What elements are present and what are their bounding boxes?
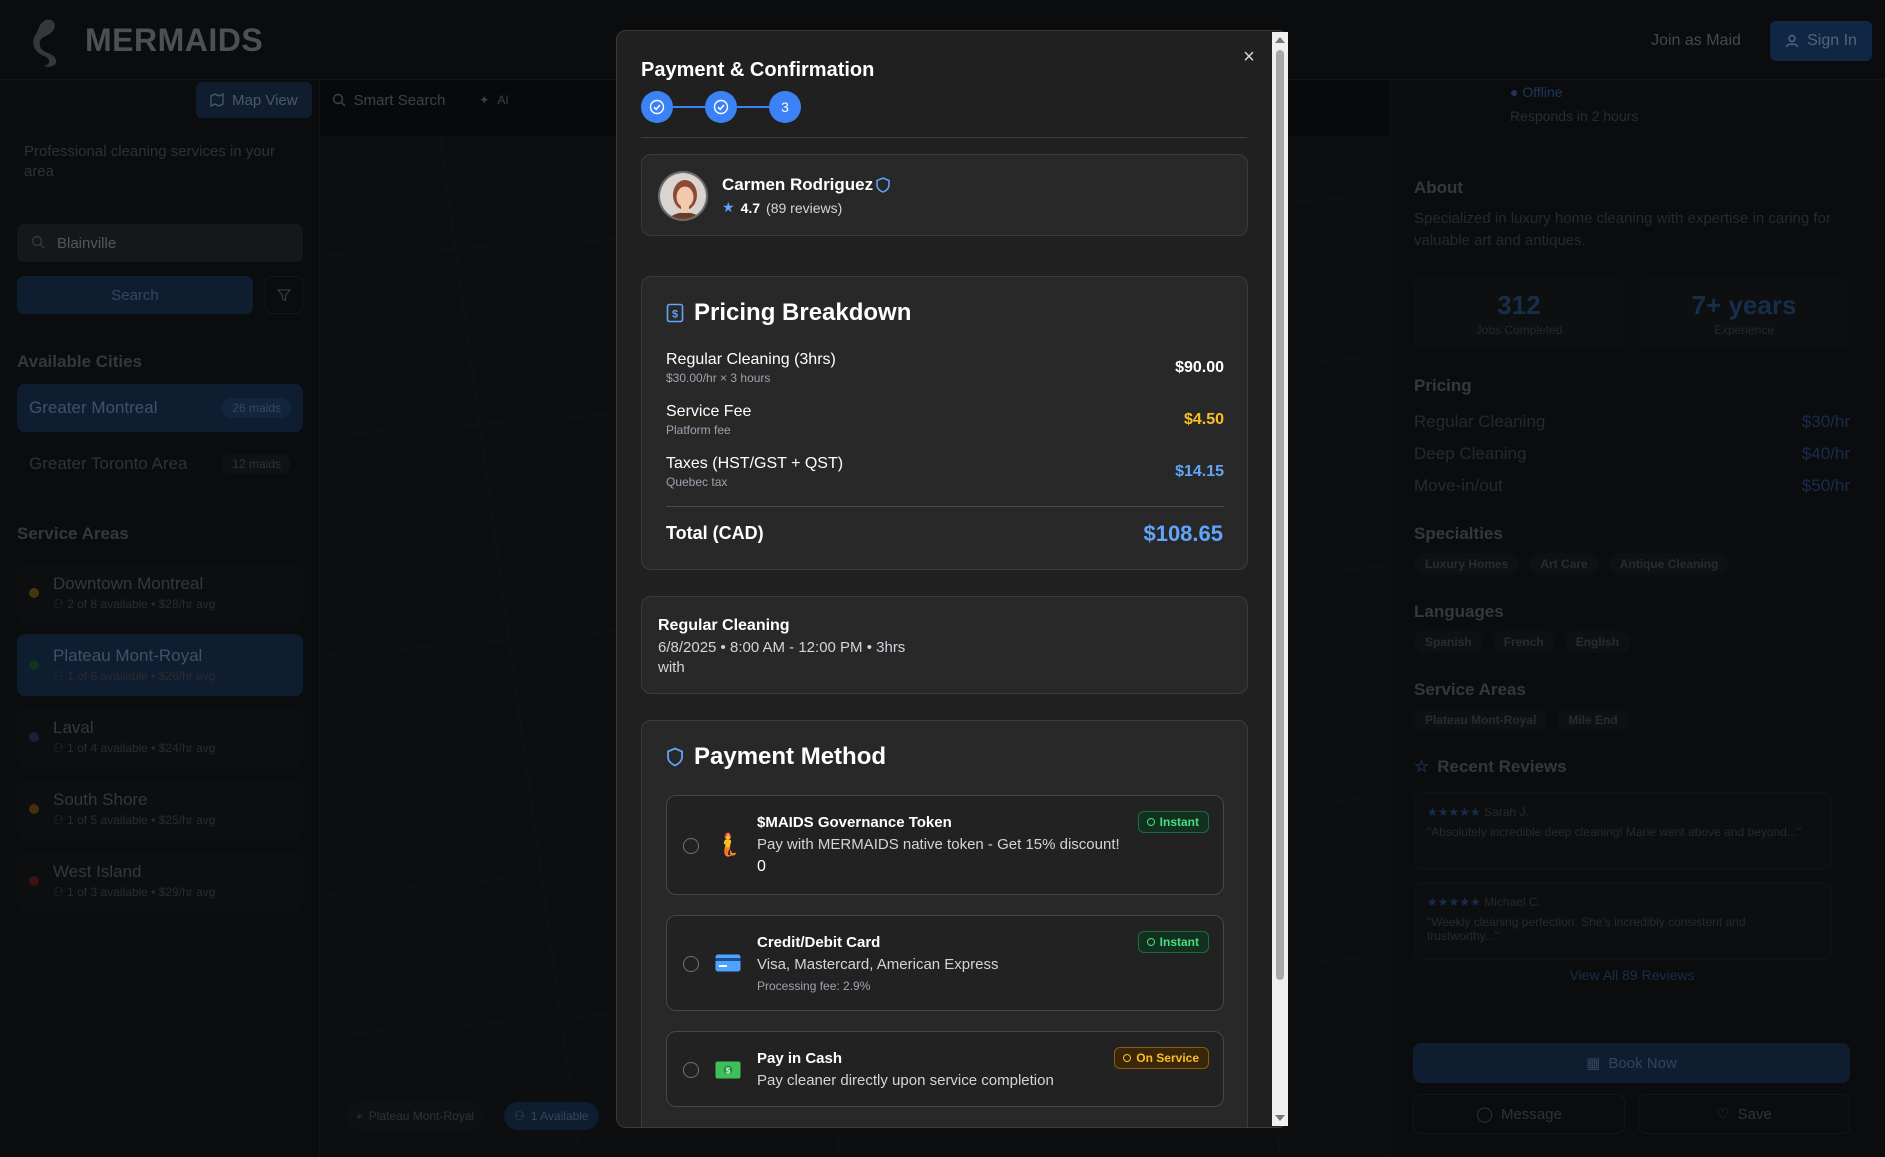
price-line-item: Regular Cleaning (3hrs) $30.00/hr × 3 hou…	[666, 351, 1224, 385]
instant-badge: Instant	[1137, 811, 1209, 833]
price-value: $4.50	[1183, 411, 1224, 428]
star-icon: ★	[722, 199, 735, 215]
mermaid-token-icon: 🧜	[714, 832, 742, 857]
modal-scrollbar[interactable]	[1272, 32, 1288, 1126]
service-schedule: 6/8/2025 • 8:00 AM - 12:00 PM • 3hrs	[658, 639, 906, 656]
scroll-down-arrow[interactable]	[1275, 1115, 1285, 1121]
receipt-dollar-icon: $	[666, 303, 684, 323]
cash-icon: $	[715, 1057, 741, 1083]
price-value: $14.15	[1175, 463, 1224, 480]
check-circle-icon	[649, 99, 665, 115]
payment-method-title: Payment Method	[694, 743, 887, 770]
cleaner-card: Carmen Rodriguez ★ 4.7 (89 reviews)	[641, 154, 1248, 236]
clock-icon	[1123, 1054, 1132, 1062]
payment-option-cash[interactable]: $ Pay in Cash Pay cleaner directly upon …	[666, 1031, 1224, 1107]
modal-title: Payment & Confirmation	[641, 59, 875, 81]
radio-button[interactable]	[683, 1062, 699, 1078]
service-name: Regular Cleaning	[658, 617, 790, 634]
clock-icon	[1146, 818, 1155, 826]
cleaner-name: Carmen Rodriguez	[722, 175, 874, 194]
price-line-item: Taxes (HST/GST + QST) Quebec tax $14.15	[666, 455, 1224, 489]
scroll-up-arrow[interactable]	[1275, 37, 1285, 43]
pricing-breakdown-card: $ Pricing Breakdown Regular Cleaning (3h…	[641, 276, 1248, 570]
scroll-thumb[interactable]	[1276, 50, 1284, 980]
pricing-breakdown-title: Pricing Breakdown	[694, 299, 912, 326]
price-line-item: Service Fee Platform fee $4.50	[666, 403, 1224, 437]
shield-icon	[667, 747, 683, 767]
radio-button[interactable]	[683, 838, 699, 854]
svg-text:$: $	[672, 309, 678, 321]
clock-icon	[1146, 938, 1155, 946]
service-summary-card: Regular Cleaning 6/8/2025 • 8:00 AM - 12…	[641, 596, 1248, 694]
step-3-current: 3	[769, 91, 801, 123]
avatar	[658, 171, 708, 221]
step-2-complete	[705, 91, 737, 123]
total-value: $108.65	[1143, 521, 1223, 546]
service-with: with	[658, 659, 685, 676]
radio-button[interactable]	[683, 956, 699, 972]
on-service-badge: On Service	[1114, 1047, 1209, 1069]
payment-modal: Payment & Confirmation × 3 Carmen Rodrig…	[616, 30, 1288, 1128]
cleaner-rating: ★ 4.7 (89 reviews)	[722, 199, 843, 216]
payment-option-token[interactable]: 🧜 $MAIDS Governance Token Pay with MERMA…	[666, 795, 1224, 895]
token-balance: 0	[757, 858, 766, 875]
check-circle-icon	[713, 99, 729, 115]
svg-text:$: $	[726, 1067, 731, 1076]
price-value: $90.00	[1175, 359, 1224, 376]
payment-option-card[interactable]: Credit/Debit Card Visa, Mastercard, Amer…	[666, 915, 1224, 1011]
total-label: Total (CAD)	[666, 523, 764, 543]
payment-method-card: Payment Method 🧜 $MAIDS Governance Token…	[641, 720, 1248, 1127]
close-icon[interactable]: ×	[1237, 45, 1261, 69]
credit-card-icon	[715, 950, 741, 976]
step-indicator: 3	[641, 91, 801, 123]
instant-badge: Instant	[1137, 931, 1209, 953]
step-1-complete	[641, 91, 673, 123]
verified-shield-icon	[876, 177, 890, 193]
